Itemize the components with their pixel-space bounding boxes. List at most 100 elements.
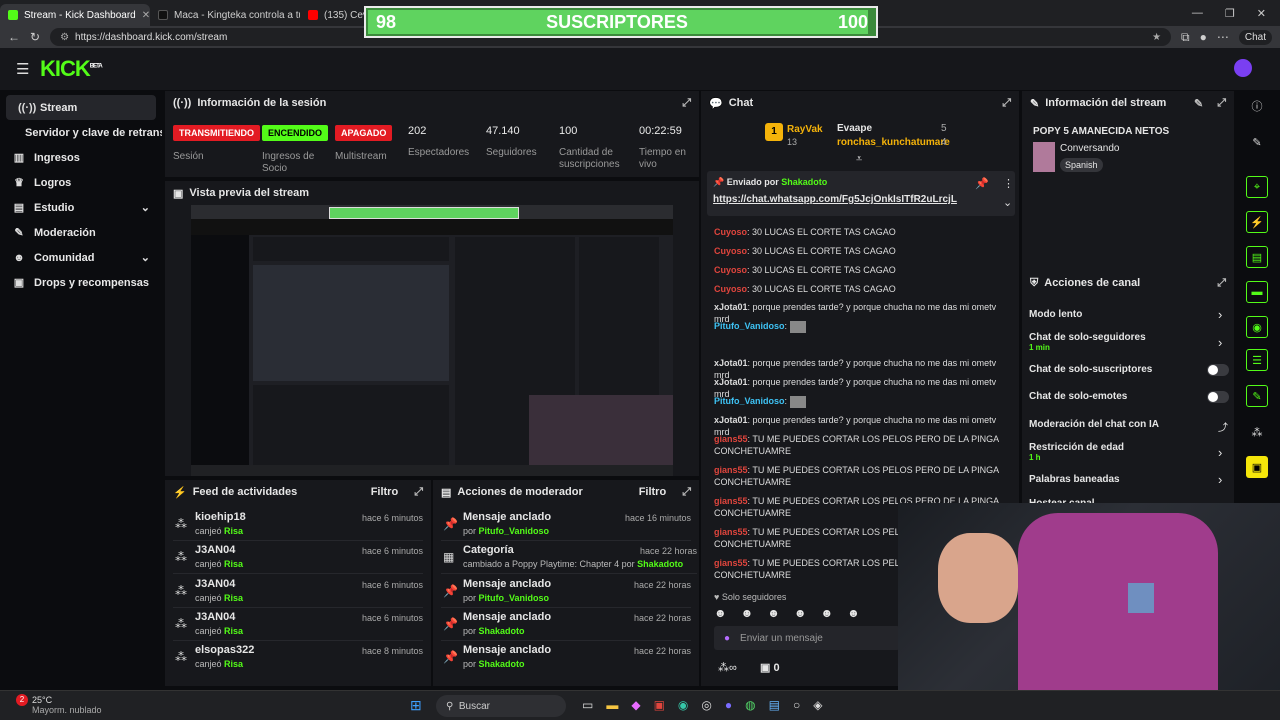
taskbar-apps[interactable]: ▭ ▬ ◆ ▣ ◉ ◎ ● ◍ ▤ ○ ◈ — [582, 698, 822, 712]
lightning-icon: ⚡ — [173, 486, 187, 499]
expand-icon[interactable]: ⤢ — [682, 97, 691, 110]
category-thumbnail — [1033, 142, 1055, 172]
tab-youtube[interactable]: (135) Cevich — [300, 4, 370, 26]
chat-message[interactable]: Cuyoso: 30 LUCAS EL CORTE TAS CAGAO — [714, 264, 1004, 276]
edit-icon[interactable]: ✎ — [1194, 97, 1203, 110]
user-avatar[interactable] — [1234, 59, 1252, 77]
community-icon[interactable]: ⁂∞ — [718, 661, 737, 674]
lightning-icon[interactable]: ⚡ — [1246, 211, 1268, 233]
channel-points[interactable]: ▣ 0 — [760, 661, 780, 674]
chevron-right-icon[interactable]: › — [1218, 335, 1222, 350]
sidebar-item-drops[interactable]: ▣ Drops y recompensas — [0, 270, 162, 295]
community-icon[interactable]: ⁂ — [1246, 421, 1268, 443]
action-age-restriction[interactable]: Restricción de edad 1 h — [1029, 442, 1229, 462]
chat-message[interactable]: gians55: TU ME PUEDES CORTAR LOS PELOS P… — [714, 464, 1004, 488]
expand-icon[interactable]: ⤢ — [1217, 97, 1226, 110]
copilot-chat-button[interactable]: Chat — [1238, 29, 1272, 45]
action-slow-mode[interactable]: Modo lento — [1029, 309, 1229, 320]
gift-icon: ▣ — [13, 277, 25, 289]
action-followers-only[interactable]: Chat de solo-seguidores 1 min — [1029, 332, 1229, 352]
reload-icon[interactable]: ↻ — [30, 30, 40, 44]
hamburger-menu-icon[interactable]: ☰ — [16, 60, 29, 78]
sidebar-item-moderacion[interactable]: ✎ Moderación — [0, 220, 162, 245]
expand-icon[interactable]: ⤢ — [1002, 97, 1011, 110]
maximize-icon[interactable]: ❐ — [1225, 7, 1235, 20]
info-icon: ✎ — [1030, 97, 1040, 110]
minimize-icon[interactable]: — — [1192, 7, 1203, 20]
leader-name[interactable]: RayVak — [787, 124, 823, 135]
edit-icon[interactable]: ✎ — [1246, 131, 1268, 153]
kick-logo[interactable]: KICKBETA — [40, 56, 103, 82]
pinned-link[interactable]: https://chat.whatsapp.com/Fg5JcjOnkIsITf… — [713, 194, 957, 205]
activity-feed-panel: ⚡ Feed de actividades Filtro ⤢ ⁂ kioehip18 ca… — [165, 480, 431, 686]
wrench-icon[interactable]: ✎ — [1246, 385, 1268, 407]
chevron-right-icon[interactable]: › — [1218, 307, 1222, 322]
expand-icon[interactable]: ⤢ — [1217, 277, 1226, 290]
expand-icon[interactable]: ⤢ — [414, 486, 423, 499]
sidebar-item-ingresos[interactable]: ▥ Ingresos — [0, 145, 162, 170]
chat-input[interactable]: ● Enviar un mensaje — [714, 626, 900, 650]
pin-icon: 📌 — [443, 584, 458, 598]
leader-name[interactable]: Evaape — [837, 123, 872, 134]
stat-viewers: 202 Espectadores — [408, 125, 470, 158]
extensions-icon[interactable]: ⧉ — [1181, 30, 1190, 45]
gift-icon[interactable]: ▣ — [1246, 456, 1268, 478]
list-icon[interactable]: ☰ — [1246, 349, 1268, 371]
expand-icon[interactable]: ⤢ — [682, 486, 691, 499]
sidebar-item-stream[interactable]: ((·)) Stream — [6, 95, 156, 120]
sidebar-item-logros[interactable]: ♛ Logros — [0, 170, 162, 195]
scroll-down-icon[interactable]: ⩡ — [856, 153, 862, 166]
chat-message[interactable]: Pitufo_Vanidoso: — [714, 395, 1004, 408]
document-icon[interactable]: ▤ — [1246, 246, 1268, 268]
goal-label: SUSCRIPTORES — [546, 11, 688, 32]
chat-message[interactable]: Cuyoso: 30 LUCAS EL CORTE TAS CAGAO — [714, 245, 1004, 257]
leader-name[interactable]: ronchas_kunchatumare — [837, 137, 950, 148]
sidebar-item-server-key[interactable]: Servidor y clave de retransmisión — [0, 120, 162, 145]
subs-only-toggle[interactable] — [1207, 364, 1229, 376]
chat-message[interactable]: Cuyoso: 30 LUCAS EL CORTE TAS CAGAO — [714, 283, 1004, 295]
close-window-icon[interactable]: ✕ — [1257, 7, 1266, 20]
sidebar-item-comunidad[interactable]: ☻ Comunidad ⌄ — [0, 245, 162, 270]
filter-button[interactable]: Filtro — [371, 486, 399, 498]
chat-bubble-icon[interactable]: ▬ — [1246, 281, 1268, 303]
chevron-right-icon[interactable]: › — [1218, 445, 1222, 460]
profile-icon[interactable]: ● — [1200, 30, 1207, 44]
stat-followers: 47.140 Seguidores — [486, 125, 537, 158]
pin-icon: 📌 — [443, 650, 458, 664]
action-ai-moderation[interactable]: Moderación del chat con IA — [1029, 419, 1229, 430]
chat-message[interactable]: Cuyoso: 30 LUCAS EL CORTE TAS CAGAO — [714, 226, 1004, 238]
target-icon[interactable]: ⌖ — [1246, 176, 1268, 198]
more-options-icon[interactable]: ⋮ — [1003, 177, 1014, 190]
menu-dots-icon[interactable]: ⋯ — [1217, 30, 1229, 44]
taskbar-search[interactable]: ⚲ Buscar — [436, 695, 566, 717]
favorite-star-icon[interactable]: ★ — [1152, 32, 1161, 43]
windows-start-icon[interactable]: ⊞ — [410, 697, 422, 714]
emotes-only-toggle[interactable] — [1207, 391, 1229, 403]
chat-message[interactable]: Pitufo_Vanidoso: — [714, 320, 1004, 333]
info-icon[interactable]: ⓘ — [1246, 95, 1268, 117]
session-info-panel: ((·)) Información de la sesión ⤢ TRANSMITI… — [165, 91, 699, 177]
tab-kick-dashboard[interactable]: Stream - Kick Dashboard ✕ — [0, 4, 150, 26]
emote-bar[interactable]: ☻☻☻☻☻☻ — [714, 606, 874, 620]
back-icon[interactable]: ← — [8, 30, 20, 44]
stream-preview-video[interactable] — [191, 205, 673, 476]
filter-button[interactable]: Filtro — [639, 486, 667, 498]
weather-widget[interactable]: 2 25°C Mayorm. nublado — [10, 694, 102, 715]
session-info-header: ((·)) Información de la sesión ⤢ — [173, 96, 691, 110]
broadcast-icon[interactable]: ◉ — [1246, 316, 1268, 338]
sidebar-item-estudio[interactable]: ▤ Estudio ⌄ — [0, 195, 162, 220]
chevron-right-icon[interactable]: › — [1218, 472, 1222, 487]
unpin-icon[interactable]: 📌 — [975, 177, 989, 190]
site-info-icon[interactable]: ⚙ — [60, 32, 69, 43]
action-emotes-only[interactable]: Chat de solo-emotes — [1029, 391, 1229, 402]
close-icon[interactable]: ✕ — [142, 10, 150, 21]
chat-message[interactable]: gians55: TU ME PUEDES CORTAR LOS PELOS P… — [714, 433, 1004, 457]
action-banned-words[interactable]: Palabras baneadas — [1029, 474, 1229, 485]
leaderboard-rank-icon: 1 — [765, 123, 783, 141]
action-subs-only[interactable]: Chat de solo-suscriptores — [1029, 364, 1229, 375]
chevron-down-icon[interactable]: ⌄ — [1003, 196, 1012, 209]
external-link-icon[interactable]: ⤴ — [1218, 419, 1228, 434]
tab-tiktok[interactable]: Maca - Kingteka controla a tu mu ✕ — [150, 4, 300, 26]
wrench-icon: ✎ — [14, 227, 24, 239]
folder-icon: ▬ — [606, 698, 619, 712]
